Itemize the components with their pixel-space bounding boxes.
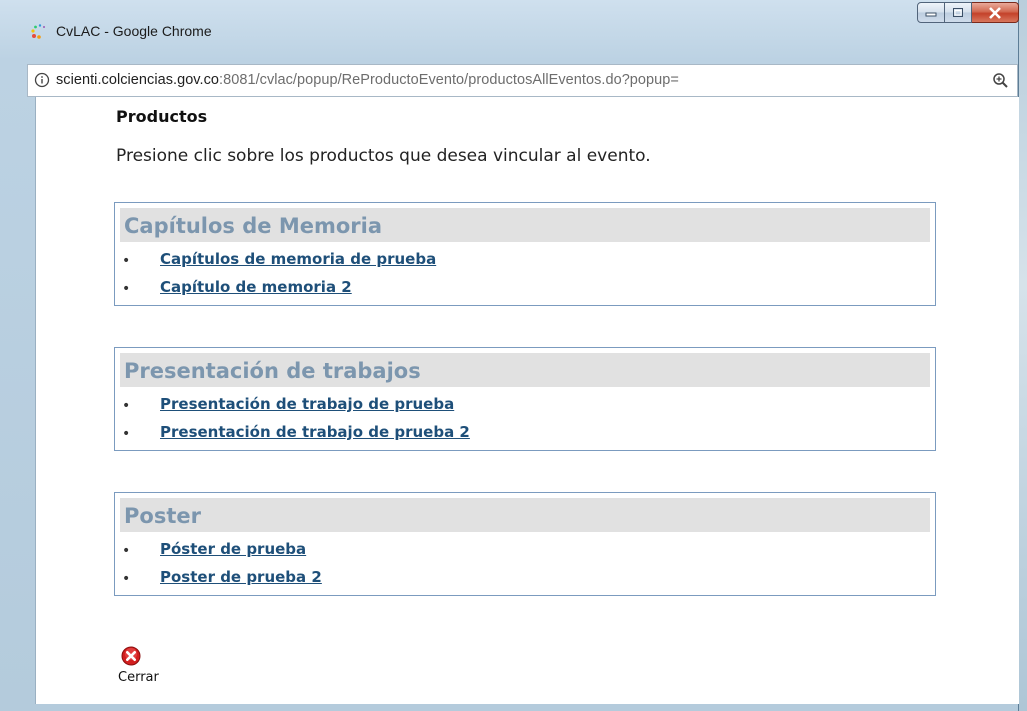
product-link[interactable]: Capítulos de memoria de prueba (160, 250, 436, 268)
close-x-icon (989, 6, 1001, 19)
group-poster: Poster • Póster de prueba • Poster de pr… (114, 492, 936, 596)
minimize-icon (925, 12, 937, 16)
window-title: CvLAC - Google Chrome (56, 23, 212, 39)
product-link[interactable]: Presentación de trabajo de prueba 2 (160, 423, 470, 441)
group-title: Capítulos de Memoria (120, 208, 930, 242)
close-circle-icon[interactable] (121, 646, 141, 666)
product-link[interactable]: Presentación de trabajo de prueba (160, 395, 454, 413)
browser-window: CvLAC - Google Chrome scienti.colciencia… (0, 0, 1019, 711)
close-button[interactable]: Cerrar (118, 642, 178, 692)
chrome-loading-icon (30, 23, 48, 41)
group-title: Presentación de trabajos (120, 353, 930, 387)
product-link[interactable]: Póster de prueba (160, 540, 306, 558)
group-capitulos-memoria: Capítulos de Memoria • Capítulos de memo… (114, 202, 936, 306)
close-window-button[interactable] (972, 2, 1019, 23)
url-host: scienti.colciencias.gov.co (56, 72, 220, 88)
product-link[interactable]: Capítulo de memoria 2 (160, 278, 352, 296)
minimize-button[interactable] (917, 2, 945, 23)
close-label: Cerrar (118, 670, 159, 685)
info-icon[interactable] (34, 72, 50, 88)
popup-content: Productos Presione clic sobre los produc… (35, 97, 1019, 704)
group-title: Poster (120, 498, 930, 532)
window-controls (917, 2, 1019, 24)
bullet: • (122, 281, 131, 297)
url-path: :8081/cvlac/popup/ReProductoEvento/produ… (219, 72, 679, 88)
bullet: • (122, 398, 131, 414)
bullet: • (122, 426, 131, 442)
title-bar[interactable]: CvLAC - Google Chrome (0, 0, 1019, 50)
product-link[interactable]: Poster de prueba 2 (160, 568, 322, 586)
bullet: • (122, 253, 131, 269)
zoom-icon[interactable] (992, 72, 1009, 89)
url-text[interactable]: scienti.colciencias.gov.co:8081/cvlac/po… (56, 72, 679, 88)
instructions-text: Presione clic sobre los productos que de… (116, 146, 651, 166)
page-title: Productos (116, 107, 208, 126)
desktop-background (1018, 0, 1027, 711)
group-presentacion-trabajos: Presentación de trabajos • Presentación … (114, 347, 936, 451)
bullet: • (122, 571, 131, 587)
bullet: • (122, 543, 131, 559)
maximize-button[interactable] (945, 2, 972, 23)
address-bar[interactable]: scienti.colciencias.gov.co:8081/cvlac/po… (27, 64, 1018, 97)
maximize-icon (953, 8, 963, 17)
